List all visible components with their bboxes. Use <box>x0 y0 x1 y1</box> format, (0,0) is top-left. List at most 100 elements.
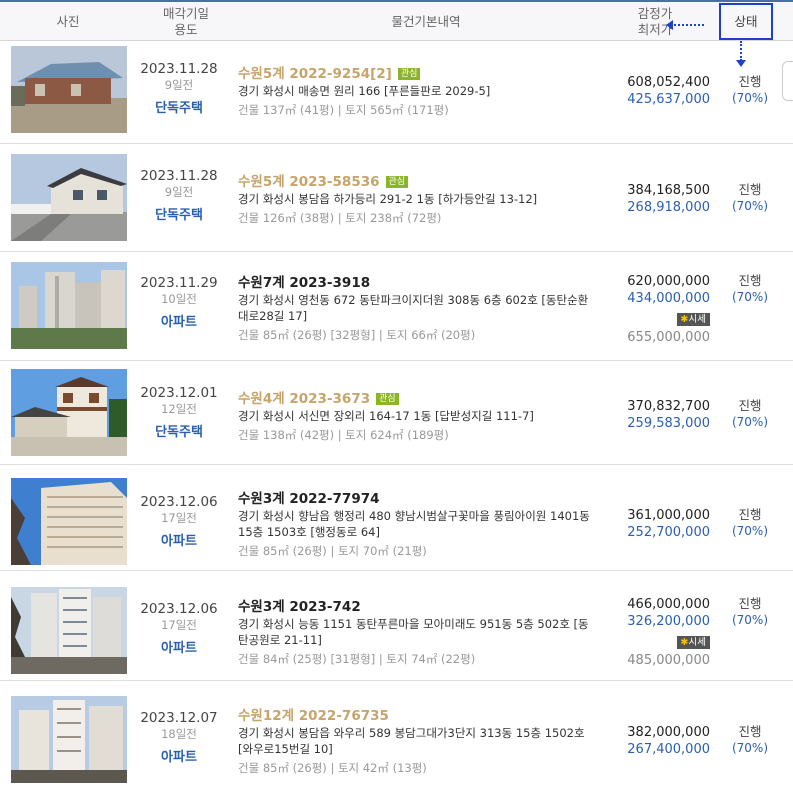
appraisal-price: 384,168,500 <box>627 183 710 198</box>
guide-arrow-left <box>670 24 704 26</box>
appraisal-price: 466,000,000 <box>627 597 710 612</box>
sale-date: 2023.12.06 <box>140 601 218 617</box>
property-type[interactable]: 단독주택 <box>136 425 222 441</box>
sale-date-cell: 2023.11.29 10일전 아파트 <box>136 275 222 331</box>
property-type[interactable]: 아파트 <box>136 315 222 331</box>
status-percent: (70%) <box>731 199 769 213</box>
status-text: 진행 <box>738 507 762 522</box>
status-percent: (70%) <box>731 91 769 105</box>
address: 경기 화성시 봉담읍 하가등리 291-2 1동 [하가등안길 13-12] <box>238 192 538 206</box>
table-row[interactable]: 2023.12.06 17일전 아파트 수원3계 2022-77974 경기 화… <box>0 465 793 571</box>
property-photo[interactable] <box>11 478 127 565</box>
property-type[interactable]: 아파트 <box>136 534 222 550</box>
case-number[interactable]: 수원3계 2023-742 <box>238 599 608 616</box>
minimum-price: 259,583,000 <box>627 416 710 431</box>
price-cell: 370,832,700 259,583,000 <box>600 398 710 432</box>
address: 경기 화성시 영천동 672 동탄파크이지더원 308동 6층 602호 [동탄… <box>238 293 589 307</box>
table-row[interactable]: 2023.11.28 9일전 단독주택 수원5계 2023-58536 관심 경기… <box>0 144 793 252</box>
case-number[interactable]: 수원4계 2023-3673 관심 <box>238 391 608 408</box>
minimum-price: 252,700,000 <box>627 525 710 540</box>
property-photo[interactable] <box>11 696 127 783</box>
address: 경기 화성시 서신면 장외리 164-17 1동 [답받성지길 111-7] <box>238 409 534 423</box>
interest-tag[interactable]: 관심 <box>397 68 421 80</box>
minimum-price: 268,918,000 <box>627 200 710 215</box>
area-info: 건물 85㎡ (26평) | 토지 42㎡ (13평) <box>238 761 427 775</box>
days-ago: 9일전 <box>164 185 194 199</box>
sale-date: 2023.12.06 <box>140 494 218 510</box>
basic-info: 수원4계 2023-3673 관심 경기 화성시 서신면 장외리 164-17 1… <box>238 391 608 444</box>
area-info: 건물 85㎡ (26평) | 토지 70㎡ (21평) <box>238 544 427 558</box>
status-percent: (70%) <box>731 524 769 538</box>
table-row[interactable]: 2023.11.29 10일전 아파트 수원7계 2023-3918 경기 화성… <box>0 252 793 361</box>
status-cell: 진행 (70%) <box>720 398 780 430</box>
interest-tag[interactable]: 관심 <box>376 393 399 405</box>
status-text: 진행 <box>738 398 762 413</box>
days-ago: 17일전 <box>161 511 197 525</box>
area-info: 건물 126㎡ (38평) | 토지 238㎡ (72평) <box>238 211 442 225</box>
status-text: 진행 <box>738 273 762 288</box>
status-text: 진행 <box>738 182 762 197</box>
table-row[interactable]: 2023.11.28 9일전 단독주택 수원5계 2022-9254[2] 관심 … <box>0 41 793 144</box>
case-number[interactable]: 수원5계 2022-9254[2] 관심 <box>238 66 608 83</box>
sale-date-cell: 2023.12.06 17일전 아파트 <box>136 494 222 550</box>
address: 경기 화성시 매송면 원리 166 [푸른들판로 2029-5] <box>238 84 491 98</box>
status-cell: 진행 (70%) <box>720 182 780 214</box>
status-text: 진행 <box>738 74 762 89</box>
property-type[interactable]: 단독주택 <box>136 208 222 224</box>
table-row[interactable]: 2023.12.07 18일전 아파트 수원12계 2022-76735 경기 … <box>0 681 793 791</box>
area-info: 건물 138㎡ (42평) | 토지 624㎡ (189평) <box>238 428 449 442</box>
case-number[interactable]: 수원5계 2023-58536 관심 <box>238 174 608 191</box>
side-tab[interactable] <box>782 61 793 101</box>
appraisal-price: 370,832,700 <box>627 399 710 414</box>
header-price[interactable]: 감정가 최저가 <box>600 2 710 41</box>
status-percent: (70%) <box>731 613 769 627</box>
address: 경기 화성시 향남읍 행정리 480 향남시범살구꽃마을 풍림아이원 1401동 <box>238 509 590 523</box>
status-cell: 진행 (70%) <box>720 74 780 106</box>
area-info: 건물 137㎡ (41평) | 토지 565㎡ (171평) <box>238 103 449 117</box>
sale-date-cell: 2023.12.06 17일전 아파트 <box>136 601 222 657</box>
property-photo[interactable] <box>11 587 127 674</box>
address: 경기 화성시 봉담읍 와우리 589 봉담그대가3단지 313동 15층 150… <box>238 726 585 740</box>
market-price-badge[interactable]: ✱시세 <box>676 636 710 649</box>
property-photo[interactable] <box>11 46 127 133</box>
header-date-usage[interactable]: 매각기일 용도 <box>136 2 236 41</box>
minimum-price: 434,000,000 <box>627 291 710 306</box>
address-cont: 15층 1503호 [행정동로 64] <box>238 525 380 539</box>
case-number[interactable]: 수원12계 2022-76735 <box>238 708 608 725</box>
address-cont: [와우로15번길 10] <box>238 742 333 756</box>
appraisal-price: 361,000,000 <box>627 508 710 523</box>
sale-date: 2023.12.07 <box>140 710 218 726</box>
property-photo[interactable] <box>11 262 127 349</box>
property-type[interactable]: 아파트 <box>136 750 222 766</box>
area-info: 건물 84㎡ (25평) [31평형] | 토지 74㎡ (22평) <box>238 652 476 666</box>
basic-info: 수원3계 2022-77974 경기 화성시 향남읍 행정리 480 향남시범살… <box>238 491 608 560</box>
market-price-badge[interactable]: ✱시세 <box>676 313 710 326</box>
minimum-price: 267,400,000 <box>627 742 710 757</box>
property-type[interactable]: 단독주택 <box>136 101 222 117</box>
header-status[interactable]: 상태 <box>719 3 773 40</box>
price-cell: 608,052,400 425,637,000 <box>600 74 710 108</box>
minimum-price: 425,637,000 <box>627 92 710 107</box>
sale-date-cell: 2023.11.28 9일전 단독주택 <box>136 168 222 224</box>
table-row[interactable]: 2023.12.06 17일전 아파트 수원3계 2023-742 경기 화성시… <box>0 571 793 681</box>
property-type[interactable]: 아파트 <box>136 641 222 657</box>
status-percent: (70%) <box>731 290 769 304</box>
price-cell: 361,000,000 252,700,000 <box>600 507 710 541</box>
sale-date-cell: 2023.12.01 12일전 단독주택 <box>136 385 222 441</box>
appraisal-price: 620,000,000 <box>627 274 710 289</box>
days-ago: 12일전 <box>161 402 197 416</box>
status-cell: 진행 (70%) <box>720 596 780 628</box>
status-cell: 진행 (70%) <box>720 273 780 305</box>
property-photo[interactable] <box>11 369 127 456</box>
days-ago: 9일전 <box>164 78 194 92</box>
case-number[interactable]: 수원3계 2022-77974 <box>238 491 608 508</box>
case-number[interactable]: 수원7계 2023-3918 <box>238 275 608 292</box>
status-cell: 진행 (70%) <box>720 507 780 539</box>
appraisal-price: 382,000,000 <box>627 725 710 740</box>
price-cell: 382,000,000 267,400,000 <box>600 724 710 758</box>
table-row[interactable]: 2023.12.01 12일전 단독주택 수원4계 2023-3673 관심 경기… <box>0 361 793 465</box>
status-percent: (70%) <box>731 741 769 755</box>
property-photo[interactable] <box>11 154 127 241</box>
interest-tag[interactable]: 관심 <box>385 176 409 188</box>
basic-info: 수원7계 2023-3918 경기 화성시 영천동 672 동탄파크이지더원 3… <box>238 275 608 344</box>
